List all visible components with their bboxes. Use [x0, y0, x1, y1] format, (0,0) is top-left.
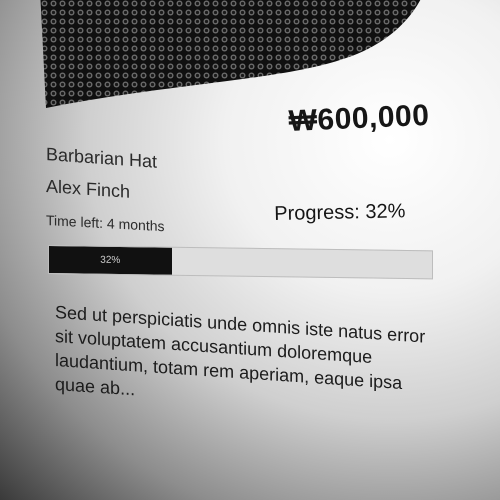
product-description: Sed ut perspiciatis unde omnis iste natu…	[55, 302, 426, 400]
product-card: Barbarian Hat Alex Finch ₩600,000 Time l…	[0, 0, 500, 500]
product-title-block: Barbarian Hat Alex Finch	[46, 138, 157, 210]
progress-fill-label: 32%	[100, 254, 121, 267]
progress-label: Progress: 32%	[274, 200, 406, 225]
product-price: ₩600,000	[288, 98, 431, 138]
time-left-text: Time left: 4 months	[46, 212, 165, 235]
progress-bar: 32%	[48, 245, 433, 280]
progress-fill: 32%	[49, 246, 172, 275]
hat-image	[40, 0, 421, 108]
